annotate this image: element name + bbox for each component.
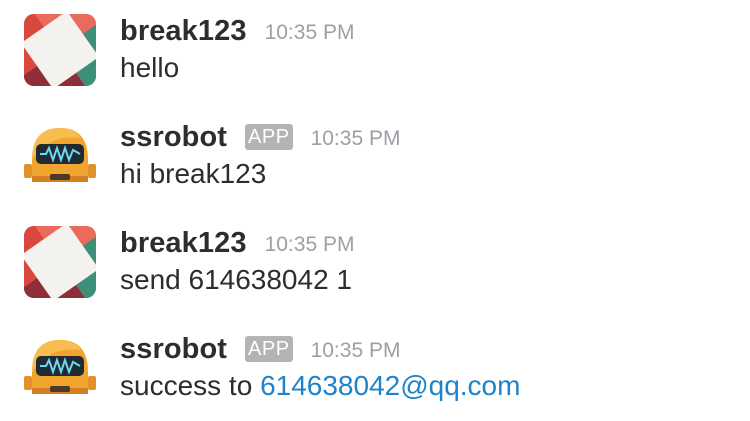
checkered-avatar-icon[interactable]	[24, 226, 96, 298]
message-content: break123 10:35 PM hello	[120, 14, 354, 86]
message-content: ssrobot APP 10:35 PM hi break123	[120, 120, 400, 192]
message-text: send 614638042 1	[120, 264, 352, 295]
message-row: break123 10:35 PM send 614638042 1	[24, 226, 724, 300]
username[interactable]: break123	[120, 227, 247, 260]
username[interactable]: ssrobot	[120, 333, 227, 366]
timestamp[interactable]: 10:35 PM	[265, 233, 355, 257]
message-row: ssrobot APP 10:35 PM hi break123	[24, 120, 724, 194]
message-header: break123 10:35 PM	[120, 226, 354, 260]
message-header: ssrobot APP 10:35 PM	[120, 332, 520, 366]
username[interactable]: break123	[120, 15, 247, 48]
message-header: ssrobot APP 10:35 PM	[120, 120, 400, 154]
message-row: ssrobot APP 10:35 PM success to 61463804…	[24, 332, 724, 406]
timestamp[interactable]: 10:35 PM	[311, 339, 401, 363]
timestamp[interactable]: 10:35 PM	[265, 21, 355, 45]
timestamp[interactable]: 10:35 PM	[311, 127, 401, 151]
username[interactable]: ssrobot	[120, 121, 227, 154]
message-content: ssrobot APP 10:35 PM success to 61463804…	[120, 332, 520, 404]
app-badge: APP	[245, 124, 293, 150]
message-text: hi break123	[120, 158, 267, 189]
message-header: break123 10:35 PM	[120, 14, 354, 48]
app-badge: APP	[245, 336, 293, 362]
robot-avatar-icon[interactable]	[24, 120, 96, 192]
message-text: success to 614638042@qq.com	[120, 368, 520, 404]
checkered-avatar-icon[interactable]	[24, 14, 96, 86]
message-row: break123 10:35 PM hello	[24, 14, 724, 88]
email-link[interactable]: 614638042@qq.com	[260, 370, 520, 401]
message-content: break123 10:35 PM send 614638042 1	[120, 226, 354, 298]
message-text-prefix: success to	[120, 370, 261, 401]
robot-avatar-icon[interactable]	[24, 332, 96, 404]
message-text: hello	[120, 52, 180, 83]
